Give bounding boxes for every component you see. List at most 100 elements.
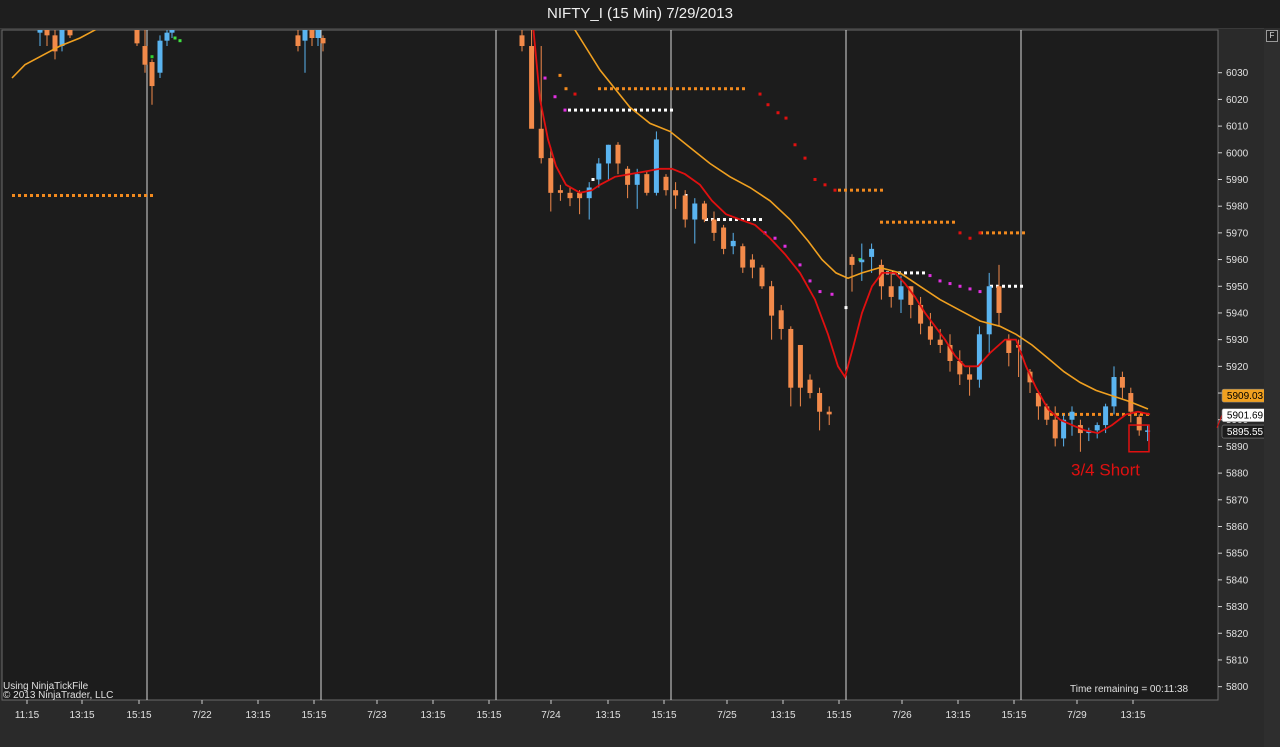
x-tick-label: 13:15 — [1120, 710, 1145, 721]
level-dot — [108, 193, 111, 197]
price-chart[interactable]: 6030 6020 6010 6000 5990 5980 5970 5960 5950 5940… — [0, 0, 1280, 747]
level-dot — [880, 188, 883, 192]
level-dot — [910, 220, 913, 224]
candle-body — [644, 174, 650, 193]
signal-dot — [553, 95, 557, 99]
level-dot — [998, 231, 1001, 235]
level-dot — [874, 188, 877, 192]
level-dot — [1110, 412, 1113, 416]
candle-body — [797, 344, 803, 388]
signal-dot — [830, 292, 834, 296]
level-dot — [922, 220, 925, 224]
level-dot — [90, 193, 93, 197]
candle-body — [986, 286, 992, 335]
candle-body — [711, 219, 717, 233]
x-tick-label: 15:15 — [476, 710, 501, 721]
level-dot — [132, 193, 135, 197]
source-line-2: © 2013 NinjaTrader, LLC — [3, 690, 114, 701]
candle-body — [44, 30, 50, 36]
x-tick-label: 13:15 — [770, 710, 795, 721]
x-tick-label: 7/29 — [1067, 710, 1087, 721]
level-dot — [940, 220, 943, 224]
x-tick-label: 15:15 — [826, 710, 851, 721]
level-dot — [946, 220, 949, 224]
signal-dot — [173, 36, 177, 40]
signal-dot — [978, 290, 982, 294]
signal-dot — [958, 284, 962, 288]
level-dot — [604, 108, 607, 112]
level-dot — [922, 271, 925, 275]
signal-dot — [758, 92, 762, 96]
y-tick-label: 6010 — [1226, 122, 1249, 133]
candle-body — [295, 35, 301, 47]
candle-body — [1103, 406, 1109, 426]
level-dot — [84, 193, 87, 197]
level-dot — [904, 220, 907, 224]
candle-body — [557, 190, 563, 193]
candle-body — [682, 195, 688, 220]
plot-area — [1, 29, 1219, 701]
signal-dot — [573, 92, 577, 96]
candle-body — [134, 30, 140, 44]
level-dot — [844, 188, 847, 192]
level-dot — [616, 108, 619, 112]
y-tick-label: 5920 — [1226, 362, 1249, 373]
candle-body — [538, 128, 544, 159]
candle-body — [59, 30, 65, 47]
level-dot — [688, 87, 691, 91]
format-button[interactable]: F — [1266, 30, 1278, 42]
y-tick-label: 5980 — [1226, 202, 1249, 213]
candle-body — [976, 334, 982, 380]
level-dot — [568, 108, 571, 112]
level-dot — [652, 87, 655, 91]
short-annotation: 3/4 Short — [1071, 460, 1140, 479]
level-dot — [60, 193, 63, 197]
level-dot — [712, 87, 715, 91]
level-dot — [628, 87, 631, 91]
signal-dot — [823, 183, 827, 187]
signal-dot — [773, 236, 777, 240]
level-dot — [747, 218, 750, 222]
level-dot — [36, 193, 39, 197]
candle-body — [128, 22, 133, 27]
level-dot — [12, 193, 15, 197]
level-dot — [1004, 231, 1007, 235]
y-tick-label: 5870 — [1226, 495, 1249, 506]
level-dot — [610, 87, 613, 91]
level-dot — [1086, 412, 1089, 416]
price-label-text: 5895.55 — [1227, 427, 1264, 438]
candle-body — [1006, 339, 1012, 353]
signal-dot — [803, 156, 807, 160]
level-dot — [729, 218, 732, 222]
candle-body — [1119, 377, 1125, 388]
level-dot — [592, 108, 595, 112]
level-dot — [753, 218, 756, 222]
signal-dot — [844, 306, 848, 310]
level-dot — [1098, 412, 1101, 416]
level-dot — [658, 108, 661, 112]
candle-body — [586, 187, 592, 199]
level-dot — [24, 193, 27, 197]
level-dot — [862, 188, 865, 192]
y-tick-label: 5970 — [1226, 228, 1249, 239]
y-tick-label: 5950 — [1226, 282, 1249, 293]
candle-body — [888, 286, 894, 297]
level-dot — [30, 193, 33, 197]
signal-dot — [928, 274, 932, 278]
level-dot — [150, 193, 153, 197]
candle-body — [548, 158, 554, 193]
x-tick-label: 7/25 — [717, 710, 737, 721]
candle-body — [320, 38, 326, 44]
level-dot — [1020, 284, 1023, 288]
candle-body — [817, 393, 823, 412]
price-label-text: 5909.03 — [1227, 391, 1264, 402]
candle-body — [164, 32, 170, 41]
level-dot — [664, 87, 667, 91]
candle-body — [1052, 419, 1058, 439]
y-tick-label: 5820 — [1226, 629, 1249, 640]
level-dot — [724, 87, 727, 91]
y-tick-label: 5930 — [1226, 335, 1249, 346]
level-dot — [986, 231, 989, 235]
candle-body — [673, 190, 679, 196]
level-dot — [610, 108, 613, 112]
